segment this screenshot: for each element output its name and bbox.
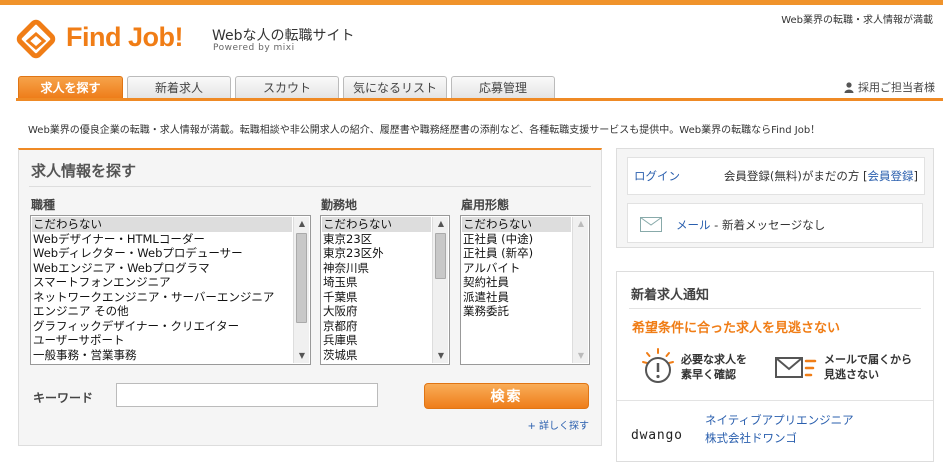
register-prompt: 会員登録(無料)がまだの方 [会員登録]	[724, 168, 918, 184]
feature-quick-check-line2: 素早く確認	[681, 368, 736, 381]
location-option[interactable]: 大阪府	[322, 304, 431, 319]
employment-label: 雇用形態	[461, 198, 510, 212]
find-job-logo-icon[interactable]	[16, 19, 56, 59]
location-option[interactable]: 埼玉県	[322, 275, 431, 290]
mail-status: メール - 新着メッセージなし	[676, 217, 825, 233]
job-type-option[interactable]: Webディレクター・Webプロデューサー	[32, 246, 292, 261]
brand-name[interactable]: Find Job!	[66, 22, 183, 53]
divider	[617, 400, 933, 401]
location-option[interactable]: こだわらない	[322, 217, 431, 232]
login-link[interactable]: ログイン	[634, 168, 680, 184]
location-listbox[interactable]: こだわらない 東京23区 東京23区外 神奈川県 埼玉県 千葉県 大阪府 京都府 兵庫県 茨城県 …	[320, 215, 450, 365]
brand-powered-by: Powered by mixi	[213, 43, 295, 53]
divider	[629, 308, 921, 309]
job-type-option[interactable]: Webデザイナー・HTMLコーダー	[32, 232, 292, 247]
job-search-panel: 求人情報を探す 職種 こだわらない Webデザイナー・HTMLコーダー Webディレ…	[18, 148, 602, 446]
job-type-scrollbar[interactable]: ▲ ▼	[293, 217, 309, 363]
location-option[interactable]: 千葉県	[322, 290, 431, 305]
employment-option[interactable]: 業務委託	[462, 304, 571, 319]
job-type-option[interactable]: ネットワークエンジニア・サーバーエンジニア	[32, 290, 292, 305]
mail-notify-icon	[775, 357, 817, 378]
recruiter-link-label: 採用ご担当者様	[858, 81, 935, 94]
job-type-option[interactable]: エンジニア その他	[32, 304, 292, 319]
employment-scrollbar: ▲ ▼	[572, 217, 588, 363]
feature-mail-delivery-line2: 見逃さない	[824, 368, 879, 381]
employment-option[interactable]: 派遣社員	[462, 290, 571, 305]
job-type-option[interactable]: こだわらない	[32, 217, 292, 232]
mail-row: メール - 新着メッセージなし	[627, 203, 923, 243]
person-icon	[844, 81, 854, 93]
location-option[interactable]: 神奈川県	[322, 261, 431, 276]
job-type-listbox[interactable]: こだわらない Webデザイナー・HTMLコーダー Webディレクター・Webプロデュ…	[30, 215, 311, 365]
feature-quick-check-line1: 必要な求人を	[681, 353, 747, 366]
advanced-search-link[interactable]: + 詳しく探す	[527, 417, 589, 432]
feature-mail-delivery-line1: メールで届くから	[824, 353, 912, 366]
notice-title: 新着求人通知	[631, 288, 710, 303]
location-option[interactable]: 兵庫県	[322, 333, 431, 348]
search-button[interactable]: 検索	[424, 383, 589, 409]
tab-search-jobs[interactable]: 求人を探す	[18, 76, 123, 98]
employment-options: こだわらない 正社員 (中途) 正社員 (新卒) アルバイト 契約社員 派遣社員 業務委託	[462, 217, 571, 319]
employment-option[interactable]: 正社員 (新卒)	[462, 246, 571, 261]
keyword-label: キーワード	[33, 391, 94, 405]
new-job-notice-panel: 新着求人通知 希望条件に合った求人を見逃さない 必要な求人を 素早く確認 メールで…	[616, 271, 934, 462]
site-intro: Web業界の優良企業の転職・求人情報が満載。転職相談や非公開求人の紹介、履歴書や…	[28, 125, 821, 136]
brand-subtitle: Webな人の転職サイト	[212, 28, 355, 44]
mail-status-text: - 新着メッセージなし	[710, 218, 826, 232]
register-suffix: ]	[913, 169, 919, 183]
employment-option[interactable]: こだわらない	[462, 217, 571, 232]
feature-mail-delivery: メールで届くから 見逃さない	[824, 352, 912, 382]
location-option[interactable]: 東京23区外	[322, 246, 431, 261]
location-options: こだわらない 東京23区 東京23区外 神奈川県 埼玉県 千葉県 大阪府 京都府 兵庫県 茨城県	[322, 217, 431, 362]
account-panel: ログイン 会員登録(無料)がまだの方 [会員登録] メール - 新着メッセージな…	[616, 148, 934, 248]
keyword-input[interactable]	[116, 383, 378, 407]
scroll-thumb[interactable]	[296, 233, 307, 323]
scroll-down-icon[interactable]: ▼	[294, 349, 310, 363]
location-option[interactable]: 京都府	[322, 319, 431, 334]
employment-option[interactable]: 正社員 (中途)	[462, 232, 571, 247]
job-type-options: こだわらない Webデザイナー・HTMLコーダー Webディレクター・Webプロデュ…	[32, 217, 292, 362]
top-accent-bar	[0, 0, 943, 5]
tab-applications[interactable]: 応募管理	[451, 76, 555, 98]
header-tagline: Web業界の転職・求人情報が満載	[781, 15, 933, 26]
job-type-option[interactable]: 一般事務・営業事務	[32, 348, 292, 363]
job-type-option[interactable]: スマートフォンエンジニア	[32, 275, 292, 290]
employment-listbox[interactable]: こだわらない 正社員 (中途) 正社員 (新卒) アルバイト 契約社員 派遣社員 業務委託 …	[460, 215, 590, 365]
alert-clock-icon	[642, 348, 674, 383]
divider	[29, 186, 591, 187]
login-row: ログイン 会員登録(無料)がまだの方 [会員登録]	[627, 157, 925, 195]
scroll-down-icon[interactable]: ▼	[433, 349, 449, 363]
employment-option[interactable]: アルバイト	[462, 261, 571, 276]
location-option[interactable]: 茨城県	[322, 348, 431, 363]
mail-link[interactable]: メール	[676, 218, 711, 232]
scroll-up-icon[interactable]: ▲	[433, 217, 449, 231]
register-link[interactable]: 会員登録	[868, 169, 914, 183]
tab-new-jobs[interactable]: 新着求人	[127, 76, 231, 98]
nav-underline	[16, 98, 943, 101]
job-type-option[interactable]: ユーザーサポート	[32, 333, 292, 348]
location-option[interactable]: 東京23区	[322, 232, 431, 247]
search-panel-title: 求人情報を探す	[31, 162, 137, 180]
location-scrollbar[interactable]: ▲ ▼	[432, 217, 448, 363]
tab-watch-list[interactable]: 気になるリスト	[343, 76, 447, 98]
job-type-option[interactable]: Webエンジニア・Webプログラマ	[32, 261, 292, 276]
location-label: 勤務地	[321, 198, 358, 212]
job-type-label: 職種	[31, 198, 56, 212]
register-prefix: 会員登録(無料)がまだの方 [	[723, 169, 868, 183]
recruiter-link[interactable]: 採用ご担当者様	[844, 79, 935, 95]
scroll-thumb[interactable]	[435, 233, 446, 279]
feature-quick-check: 必要な求人を 素早く確認	[681, 352, 747, 382]
company-logo[interactable]: dwango	[631, 428, 683, 443]
main-nav: 求人を探す 新着求人 スカウト 気になるリスト 応募管理	[18, 76, 555, 98]
scroll-up-icon[interactable]: ▲	[294, 217, 310, 231]
job-type-option[interactable]: グラフィックデザイナー・クリエイター	[32, 319, 292, 334]
employment-option[interactable]: 契約社員	[462, 275, 571, 290]
notice-headline: 希望条件に合った求人を見逃さない	[632, 321, 841, 336]
envelope-icon	[640, 217, 662, 232]
scroll-up-icon: ▲	[577, 219, 585, 228]
scroll-down-icon: ▼	[577, 351, 585, 360]
tab-scout[interactable]: スカウト	[235, 76, 339, 98]
job-title-link[interactable]: ネイティブアプリエンジニア	[705, 412, 854, 428]
company-name-link[interactable]: 株式会社ドワンゴ	[705, 430, 797, 446]
